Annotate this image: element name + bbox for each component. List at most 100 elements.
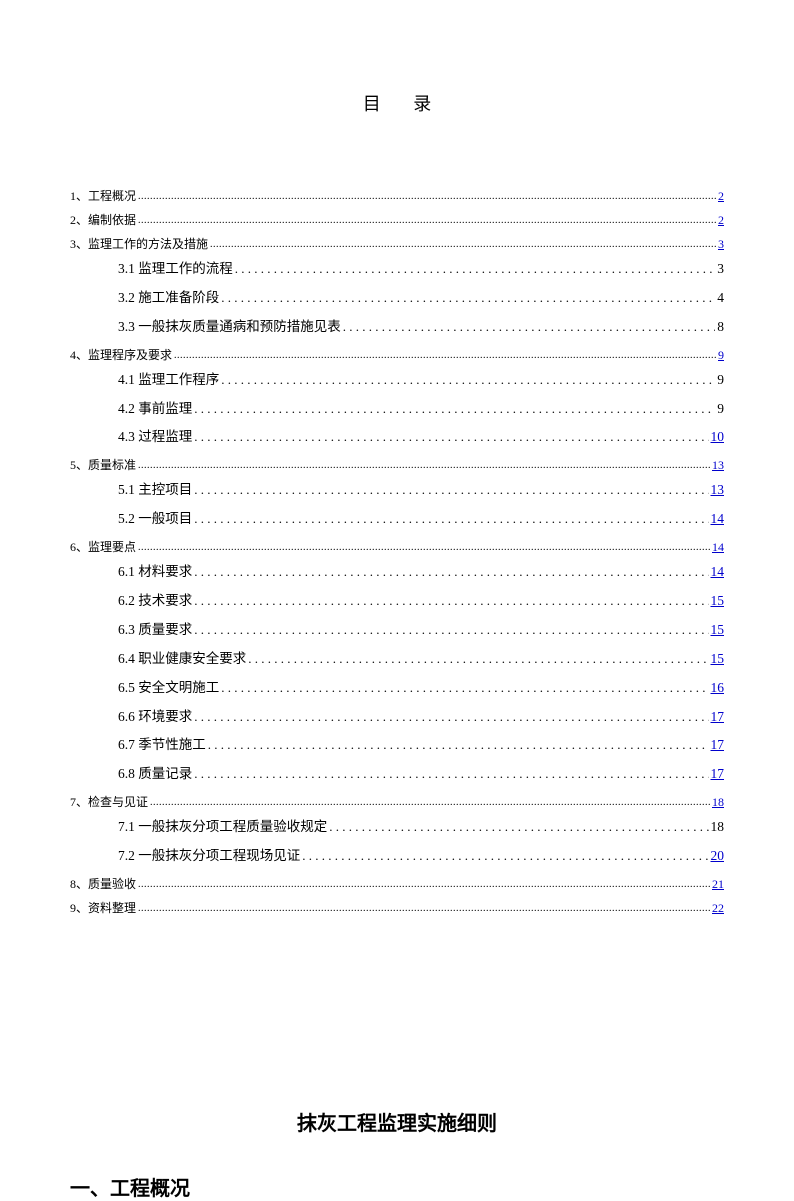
toc-leader (343, 318, 716, 337)
toc-page-number[interactable]: 17 (711, 736, 725, 755)
toc-leader (194, 428, 708, 447)
toc-label: 6.3 质量要求 (118, 621, 192, 640)
toc-leader (208, 736, 709, 755)
toc-entry: 6、监理要点 14 (70, 539, 724, 556)
toc-label: 7.2 一般抹灰分项工程现场见证 (118, 847, 300, 866)
toc-entry: 9、资料整理 22 (70, 900, 724, 917)
toc-entry: 6.8 质量记录 17 (70, 765, 724, 784)
toc-page-number[interactable]: 2 (718, 188, 724, 205)
toc-leader (150, 794, 710, 811)
toc-label: 6.2 技术要求 (118, 592, 192, 611)
toc-leader (302, 847, 708, 866)
toc-leader (329, 818, 708, 837)
toc-entry: 4.1 监理工作程序 9 (70, 371, 724, 390)
toc-entry: 4、监理程序及要求 9 (70, 347, 724, 364)
toc-page-number[interactable]: 14 (711, 510, 725, 529)
toc-entry: 3、监理工作的方法及措施 3 (70, 236, 724, 253)
toc-label: 9、资料整理 (70, 900, 136, 917)
toc-entry: 7.1 一般抹灰分项工程质量验收规定18 (70, 818, 724, 837)
toc-entry: 6.6 环境要求 17 (70, 708, 724, 727)
toc-label: 3.2 施工准备阶段 (118, 289, 219, 308)
toc-label: 3、监理工作的方法及措施 (70, 236, 208, 253)
toc-leader (235, 260, 716, 279)
toc-leader (194, 510, 708, 529)
toc-entry: 3.1 监理工作的流程 3 (70, 260, 724, 279)
toc-leader (174, 347, 716, 364)
toc-label: 6、监理要点 (70, 539, 136, 556)
toc-leader (194, 592, 708, 611)
toc-label: 7、检查与见证 (70, 794, 148, 811)
toc-label: 6.4 职业健康安全要求 (118, 650, 246, 669)
toc-entry: 1、工程概况 2 (70, 188, 724, 205)
toc-entry: 8、质量验收 21 (70, 876, 724, 893)
toc-page-number[interactable]: 14 (712, 539, 724, 556)
toc-leader (138, 457, 710, 474)
toc-entry: 6.4 职业健康安全要求 15 (70, 650, 724, 669)
toc-entry: 6.1 材料要求 14 (70, 563, 724, 582)
toc-page-number: 9 (717, 400, 724, 419)
toc-page-number[interactable]: 3 (718, 236, 724, 253)
toc-leader (138, 900, 710, 917)
section-heading-1: 一、工程概况 (70, 1172, 724, 1201)
toc-leader (194, 481, 708, 500)
toc-label: 6.8 质量记录 (118, 765, 192, 784)
toc-leader (194, 400, 715, 419)
toc-leader (138, 876, 710, 893)
toc-entry: 5.2 一般项目14 (70, 510, 724, 529)
toc-page-number[interactable]: 15 (711, 592, 725, 611)
toc-label: 3.3 一般抹灰质量通病和预防措施见表 (118, 318, 341, 337)
toc-leader (138, 188, 716, 205)
toc-leader (138, 539, 710, 556)
toc-entry: 5.1 主控项目13 (70, 481, 724, 500)
toc-page-number[interactable]: 10 (711, 428, 725, 447)
toc-label: 6.7 季节性施工 (118, 736, 206, 755)
toc-label: 6.5 安全文明施工 (118, 679, 219, 698)
toc-label: 4.1 监理工作程序 (118, 371, 219, 390)
toc-entry: 6.2 技术要求 15 (70, 592, 724, 611)
toc-entry: 3.3 一般抹灰质量通病和预防措施见表 8 (70, 318, 724, 337)
toc-label: 4.3 过程监理 (118, 428, 192, 447)
toc-entry: 3.2 施工准备阶段 4 (70, 289, 724, 308)
toc-page-number: 8 (717, 318, 724, 337)
toc-page-number[interactable]: 17 (711, 708, 725, 727)
toc-label: 8、质量验收 (70, 876, 136, 893)
toc-page-number[interactable]: 20 (711, 847, 725, 866)
toc-leader (138, 212, 716, 229)
toc-entry: 7.2 一般抹灰分项工程现场见证 20 (70, 847, 724, 866)
toc-leader (221, 371, 715, 390)
toc-page-number: 3 (717, 260, 724, 279)
toc-page-number[interactable]: 17 (711, 765, 725, 784)
toc-page-number: 9 (717, 371, 724, 390)
toc-label: 7.1 一般抹灰分项工程质量验收规定 (118, 818, 327, 837)
toc-page-number[interactable]: 15 (711, 650, 725, 669)
toc-label: 6.1 材料要求 (118, 563, 192, 582)
toc-leader (248, 650, 708, 669)
toc-page-number: 4 (717, 289, 724, 308)
toc-page-number[interactable]: 2 (718, 212, 724, 229)
toc-entry: 5、质量标准13 (70, 457, 724, 474)
toc-page-number[interactable]: 9 (718, 347, 724, 364)
toc-page-number[interactable]: 13 (711, 481, 725, 500)
toc-entry: 6.5 安全文明施工 16 (70, 679, 724, 698)
toc-label: 2、编制依据 (70, 212, 136, 229)
toc-label: 1、工程概况 (70, 188, 136, 205)
toc-label: 4、监理程序及要求 (70, 347, 172, 364)
toc-label: 3.1 监理工作的流程 (118, 260, 233, 279)
toc-page-number[interactable]: 15 (711, 621, 725, 640)
toc-entry: 4.2 事前监理 9 (70, 400, 724, 419)
toc-page-number[interactable]: 18 (712, 794, 724, 811)
toc-page-number[interactable]: 21 (712, 876, 724, 893)
toc-entry: 2、编制依据 2 (70, 212, 724, 229)
toc-page-number[interactable]: 13 (712, 457, 724, 474)
toc-leader (221, 289, 715, 308)
toc-entry: 4.3 过程监理 10 (70, 428, 724, 447)
toc-page-number[interactable]: 16 (711, 679, 725, 698)
toc-label: 4.2 事前监理 (118, 400, 192, 419)
toc-leader (194, 563, 708, 582)
toc-label: 6.6 环境要求 (118, 708, 192, 727)
toc-page-number[interactable]: 22 (712, 900, 724, 917)
document-subtitle: 抹灰工程监理实施细则 (70, 1107, 724, 1136)
toc-page-number[interactable]: 14 (711, 563, 725, 582)
toc-entry: 6.7 季节性施工 17 (70, 736, 724, 755)
toc-leader (194, 765, 708, 784)
